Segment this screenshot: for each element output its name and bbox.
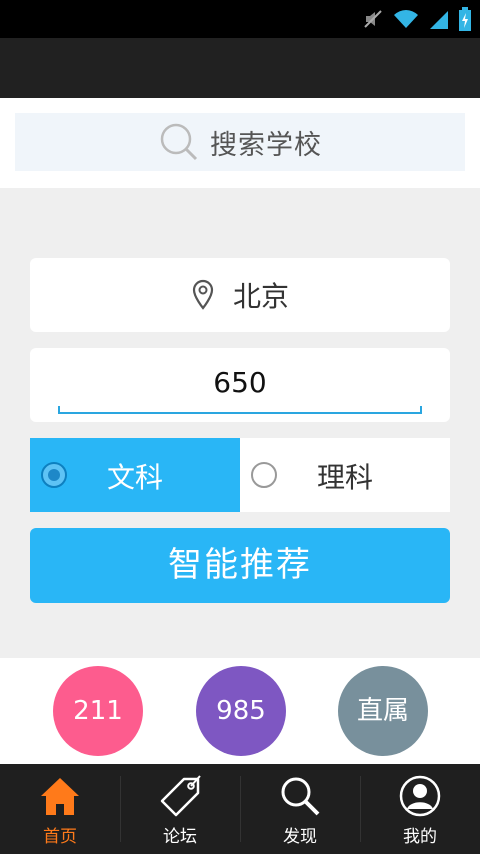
smart-recommend-button[interactable]: 智能推荐 (30, 528, 450, 603)
category-section: 211 985 直属 (0, 658, 480, 764)
option-liberal-arts[interactable]: 文科 (30, 438, 240, 512)
option-science[interactable]: 理科 (240, 438, 450, 512)
app-bar (0, 38, 480, 98)
user-icon (399, 775, 441, 817)
tab-label: 我的 (403, 827, 437, 847)
option-label: 文科 (106, 461, 163, 494)
signal-icon (430, 11, 448, 29)
tab-label: 首页 (43, 827, 77, 847)
category-985[interactable]: 985 (196, 666, 286, 756)
mute-icon (364, 10, 382, 28)
tab-forum[interactable]: 论坛 (120, 764, 240, 854)
category-direct[interactable]: 直属 (338, 666, 428, 756)
tab-discover[interactable]: 发现 (240, 764, 360, 854)
score-input-card: 650 (30, 348, 450, 422)
option-label: 理科 (316, 461, 373, 494)
tab-home[interactable]: 首页 (0, 764, 120, 854)
tab-mine[interactable]: 我的 (360, 764, 480, 854)
wifi-icon (394, 10, 418, 28)
status-bar (0, 0, 480, 38)
battery-icon (459, 7, 471, 31)
city-label: 北京 (232, 280, 289, 313)
location-pin-icon (192, 279, 214, 310)
status-icons (362, 6, 472, 32)
input-underline (58, 406, 422, 414)
bottom-tab-bar: 首页 论坛 发现 我的 (0, 764, 480, 854)
radio-checked-icon (41, 462, 67, 488)
search-section: 搜索学校 (0, 98, 480, 188)
tab-label: 论坛 (163, 827, 197, 847)
search-label: 搜索学校 (210, 129, 322, 161)
score-input[interactable]: 650 (30, 366, 450, 399)
radio-unchecked-icon (251, 462, 277, 488)
search-icon (160, 123, 198, 161)
home-icon (41, 778, 79, 815)
location-selector[interactable]: 北京 (30, 258, 450, 332)
search-school-box[interactable]: 搜索学校 (15, 113, 465, 171)
subject-selector: 文科 理科 (30, 438, 450, 512)
search-icon (281, 777, 320, 816)
category-211[interactable]: 211 (53, 666, 143, 756)
tab-label: 发现 (283, 827, 317, 847)
tag-icon (160, 775, 201, 817)
